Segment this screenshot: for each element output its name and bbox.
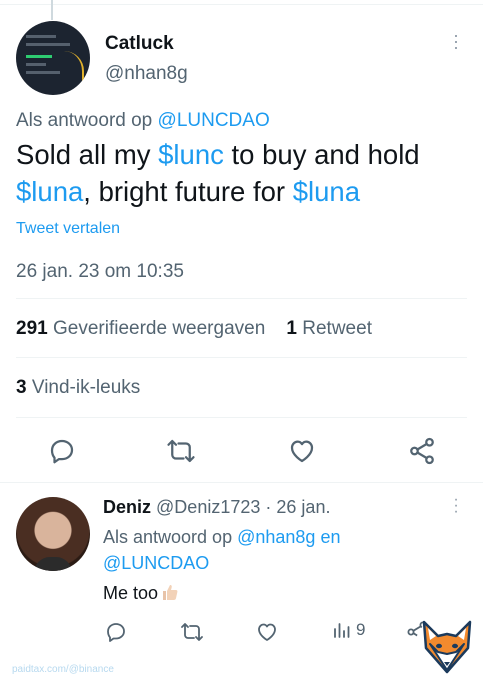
cashtag-luna[interactable]: $luna xyxy=(16,176,83,207)
watermark-text: paidtax.com/@binance xyxy=(12,664,114,675)
tweet-timestamp[interactable]: 26 jan. 23 om 10:35 xyxy=(16,261,184,283)
thumbs-up-emoji-icon xyxy=(163,585,178,600)
reply-prefix: Als antwoord op xyxy=(103,527,233,547)
text-part: to buy and hold xyxy=(223,139,420,170)
reply-icon[interactable] xyxy=(47,436,77,466)
mention-link[interactable]: @LUNCDAO xyxy=(103,553,209,573)
cashtag-lunc[interactable]: $lunc xyxy=(158,139,224,170)
reply-retweet-icon[interactable] xyxy=(180,620,204,644)
reply-to-mention[interactable]: @LUNCDAO xyxy=(158,110,270,131)
reply-reply-icon[interactable] xyxy=(104,620,128,644)
reply-date[interactable]: 26 jan. xyxy=(276,497,330,517)
text-part: Sold all my xyxy=(16,139,159,170)
text-part: , bright future for xyxy=(83,176,293,207)
reply-views[interactable]: 9 xyxy=(332,620,365,640)
reply-prefix: Als antwoord op xyxy=(16,110,153,131)
stats-row: 291 Geverifieerde weergaven 1 Retweet xyxy=(16,318,372,340)
reply-views-count: 9 xyxy=(356,620,366,639)
reply-context: Als antwoord op @LUNCDAO xyxy=(16,110,270,132)
retweets-count[interactable]: 1 xyxy=(286,318,297,339)
author-handle[interactable]: @nhan8g xyxy=(105,63,188,85)
retweets-label[interactable]: Retweet xyxy=(302,318,372,339)
likes-row[interactable]: 3 Vind-ik-leuks xyxy=(16,377,140,399)
like-icon[interactable] xyxy=(287,436,317,466)
divider xyxy=(16,357,467,358)
divider xyxy=(16,298,467,299)
tweet-text: Sold all my $lunc to buy and hold $luna,… xyxy=(16,136,471,210)
reply-context: Als antwoord op @nhan8g en @LUNCDAO xyxy=(103,524,443,576)
views-label: Geverifieerde weergaven xyxy=(52,318,266,339)
top-divider xyxy=(0,0,483,5)
reply-author-handle[interactable]: @Deniz1723 xyxy=(156,497,260,517)
reply-like-icon[interactable] xyxy=(255,620,279,644)
reply-text-content: Me too xyxy=(103,583,159,603)
divider xyxy=(16,417,467,418)
reply-header: Deniz @Deniz1723 · 26 jan. xyxy=(103,497,330,518)
author-name[interactable]: Catluck xyxy=(105,33,174,55)
retweet-icon[interactable] xyxy=(166,436,196,466)
reply-author-name[interactable]: Deniz xyxy=(103,497,151,517)
likes-count[interactable]: 3 xyxy=(16,377,27,398)
mention-link[interactable]: @nhan8g xyxy=(237,527,315,547)
share-icon[interactable] xyxy=(407,436,437,466)
more-options-icon[interactable]: · · · xyxy=(448,26,464,56)
reply-conjunction: en xyxy=(320,527,341,547)
reply-author-avatar[interactable] xyxy=(16,497,90,571)
analytics-icon xyxy=(334,623,350,638)
reply-separator: · xyxy=(265,497,272,517)
reply-text: Me too xyxy=(103,582,180,604)
views-count: 291 xyxy=(16,318,48,339)
author-avatar[interactable] xyxy=(16,21,90,95)
translate-tweet-link[interactable]: Tweet vertalen xyxy=(16,220,120,238)
likes-label[interactable]: Vind-ik-leuks xyxy=(32,377,140,398)
section-divider xyxy=(0,482,483,483)
fox-logo-icon xyxy=(415,615,479,679)
thread-connector-line xyxy=(51,0,53,20)
reply-more-options-icon[interactable]: · · · xyxy=(450,492,462,520)
cashtag-luna[interactable]: $luna xyxy=(293,176,360,207)
